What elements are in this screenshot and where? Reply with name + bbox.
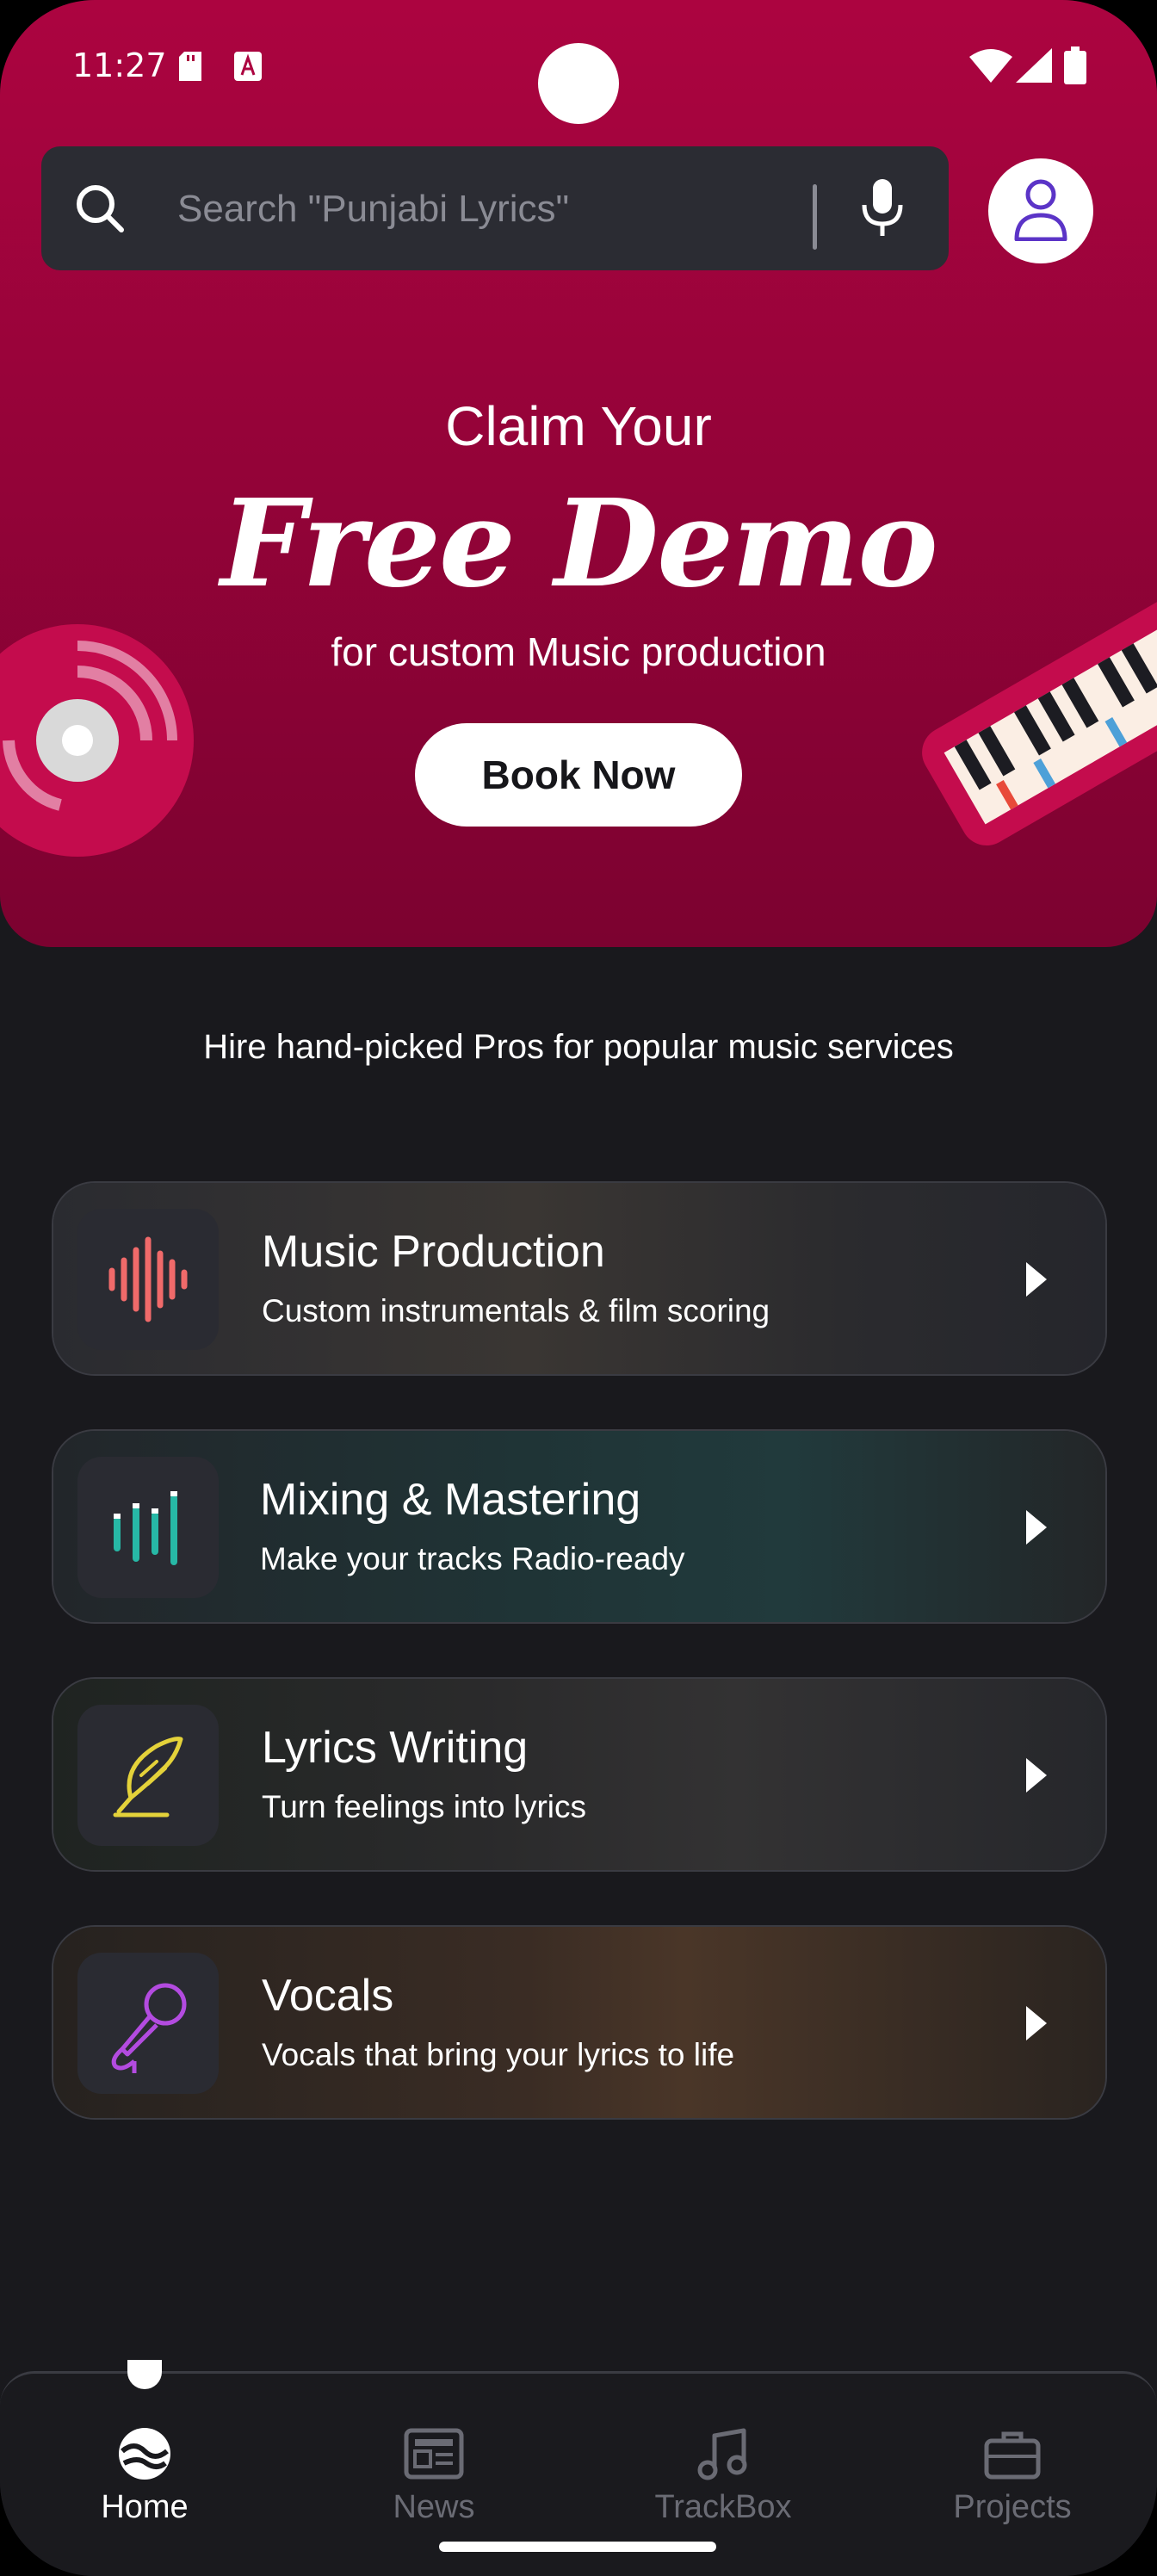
- microphone-icon: [111, 1983, 187, 2073]
- status-time: 11:27: [72, 46, 167, 84]
- waveform-icon: [108, 1236, 188, 1322]
- microphone-icon[interactable]: [861, 179, 904, 238]
- status-bar: 11:27: [0, 0, 1157, 138]
- quill-icon: [113, 1737, 183, 1817]
- section-caption: Hire hand-picked Pros for popular music …: [203, 1028, 954, 1066]
- service-card-vocals[interactable]: Vocals Vocals that bring your lyrics to …: [52, 1925, 1107, 2120]
- cell-signal-icon: [1016, 48, 1052, 83]
- piano-keyboard-icon: [922, 589, 1157, 845]
- news-icon: [404, 2428, 464, 2480]
- card-title: Lyrics Writing: [262, 1723, 529, 1773]
- card-icon-tile: [77, 1457, 219, 1598]
- card-subtitle: Make your tracks Radio-ready: [260, 1541, 685, 1576]
- search-input[interactable]: [176, 174, 833, 245]
- briefcase-icon: [984, 2431, 1041, 2480]
- chevron-right-icon: [1026, 1510, 1047, 1545]
- nav-item-projects[interactable]: Projects: [900, 2425, 1124, 2546]
- camera-cutout: [538, 43, 619, 124]
- wifi-icon: [969, 49, 1012, 83]
- card-icon-tile: [77, 1209, 219, 1350]
- vinyl-record-icon: [0, 624, 194, 857]
- card-icon-tile: [77, 1953, 219, 2094]
- card-subtitle: Custom instrumentals & film scoring: [262, 1293, 770, 1328]
- chevron-right-icon: [1026, 1758, 1047, 1793]
- nav-label: Home: [101, 2489, 189, 2525]
- service-card-lyrics-writing[interactable]: Lyrics Writing Turn feelings into lyrics: [52, 1677, 1107, 1872]
- battery-icon: [1064, 46, 1086, 84]
- card-title: Vocals: [262, 1971, 394, 2021]
- nav-item-trackbox[interactable]: TrackBox: [611, 2425, 835, 2546]
- promo-line1: Claim Your: [445, 395, 712, 457]
- card-title: Mixing & Mastering: [260, 1475, 641, 1525]
- card-subtitle: Vocals that bring your lyrics to life: [262, 2037, 735, 2072]
- gesture-home-handle[interactable]: [439, 2542, 716, 2552]
- service-card-mixing-mastering[interactable]: Mixing & Mastering Make your tracks Radi…: [52, 1429, 1107, 1624]
- service-card-music-production[interactable]: Music Production Custom instrumentals & …: [52, 1181, 1107, 1376]
- nav-item-home[interactable]: Home: [33, 2425, 257, 2546]
- search-icon: [77, 185, 124, 232]
- book-now-button[interactable]: Book Now: [415, 723, 742, 827]
- user-icon: [1014, 179, 1067, 241]
- nav-active-indicator: [127, 2360, 162, 2389]
- nav-label: News: [393, 2489, 475, 2525]
- search-divider: [813, 184, 817, 250]
- card-title: Music Production: [262, 1227, 605, 1277]
- search-bar[interactable]: [41, 146, 949, 270]
- card-subtitle: Turn feelings into lyrics: [262, 1789, 586, 1824]
- music-note-icon: [697, 2428, 747, 2480]
- equalizer-icon: [114, 1491, 177, 1565]
- nav-item-news[interactable]: News: [322, 2425, 546, 2546]
- chevron-right-icon: [1026, 2006, 1047, 2040]
- nav-label: TrackBox: [654, 2489, 792, 2525]
- promo-hero: 11:27 Claim Your Free Demo for custom Mu…: [0, 0, 1157, 947]
- card-icon-tile: [77, 1705, 219, 1846]
- chevron-right-icon: [1026, 1262, 1047, 1297]
- home-icon: [119, 2428, 170, 2480]
- profile-avatar[interactable]: [988, 158, 1093, 263]
- nav-label: Projects: [953, 2489, 1072, 2525]
- app-screen: 11:27 Claim Your Free Demo for custom Mu…: [0, 0, 1157, 2576]
- font-a-icon: [234, 52, 262, 81]
- sd-card-icon: [179, 52, 201, 81]
